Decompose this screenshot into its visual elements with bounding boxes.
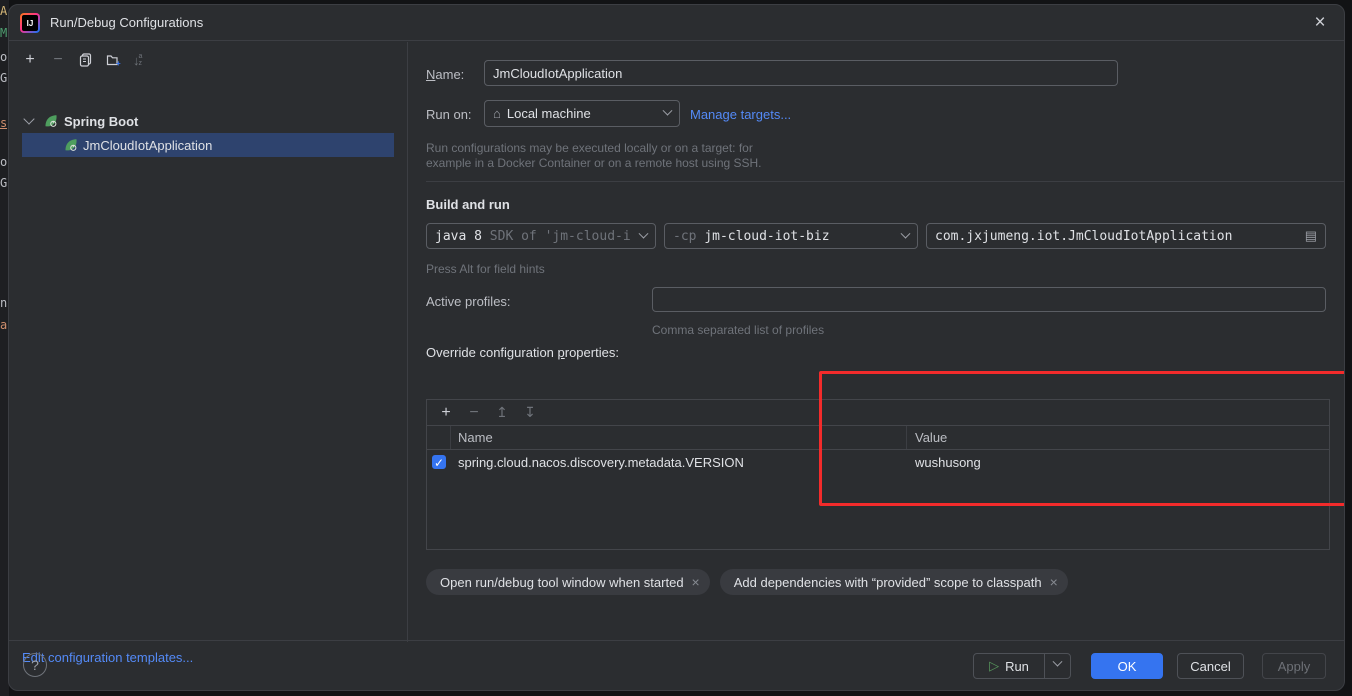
editor-fragment: o <box>0 155 7 169</box>
table-row[interactable]: ✓ spring.cloud.nacos.discovery.metadata.… <box>427 450 1329 474</box>
editor-fragment: A <box>0 4 7 18</box>
home-icon: ⌂ <box>493 106 501 121</box>
chevron-down-icon[interactable] <box>23 113 34 124</box>
manage-targets-link[interactable]: Manage targets... <box>690 107 791 122</box>
tree-item-jmcloudiotapplication[interactable]: JmCloudIotApplication <box>22 133 394 157</box>
chevron-down-icon <box>1053 657 1063 667</box>
override-properties-table: + − ↥ ↧ Name Value ✓ spring.cloud.nacos.… <box>426 399 1330 550</box>
intellij-logo-icon: IJ <box>20 13 40 33</box>
move-down-icon[interactable]: ↧ <box>521 404 539 422</box>
remove-tag-icon[interactable]: × <box>692 574 700 590</box>
apply-button[interactable]: Apply <box>1262 653 1326 679</box>
editor-fragment: o <box>0 50 7 64</box>
add-property-icon[interactable]: + <box>437 404 455 422</box>
name-label: Name: <box>426 67 464 82</box>
remove-property-icon[interactable]: − <box>465 404 483 422</box>
move-up-icon[interactable]: ↥ <box>493 404 511 422</box>
configuration-editor-panel: Name: JmCloudIotApplication Store as pro… <box>409 42 1345 642</box>
editor-fragment: n <box>0 296 7 310</box>
browse-class-icon[interactable]: ▤ <box>1305 228 1317 244</box>
row-enabled-checkbox[interactable]: ✓ <box>432 455 446 469</box>
active-profiles-hint: Comma separated list of profiles <box>652 323 824 337</box>
dialog-title: Run/Debug Configurations <box>50 5 203 41</box>
header-value[interactable]: Value <box>907 426 1329 449</box>
chevron-down-icon <box>639 228 649 238</box>
tag-add-provided-dependencies[interactable]: Add dependencies with “provided” scope t… <box>720 569 1068 595</box>
main-class-input[interactable]: com.jxjumeng.iot.JmCloudIotApplication ▤ <box>926 223 1326 249</box>
run-on-select[interactable]: ⌂ Local machine <box>484 100 680 127</box>
help-button[interactable]: ? <box>23 653 47 677</box>
override-properties-label: Override configuration properties: <box>426 345 619 360</box>
header-name[interactable]: Name <box>451 426 907 449</box>
configurations-sidebar: + − + ↓az Spring Boot JmCloudIotApplicat… <box>9 42 408 642</box>
tree-item-label: JmCloudIotApplication <box>83 138 212 153</box>
section-divider <box>426 181 1345 182</box>
option-tags: Open run/debug tool window when started … <box>426 569 1068 595</box>
add-configuration-icon[interactable]: + <box>21 51 39 69</box>
header-checkbox-column <box>427 426 451 449</box>
active-profiles-label: Active profiles: <box>426 294 511 309</box>
modify-options-row: Modify options Alt+M <box>1170 197 1345 212</box>
play-icon: ▷ <box>989 658 999 674</box>
run-split-button[interactable]: ▷ Run <box>973 653 1071 679</box>
run-on-hint-line1: Run configurations may be executed local… <box>426 141 753 155</box>
tag-open-run-debug-tool-window[interactable]: Open run/debug tool window when started … <box>426 569 710 595</box>
classpath-module-select[interactable]: -cp jm-cloud-iot-biz <box>664 223 918 249</box>
screen: { "window": { "title": "Run/Debug Config… <box>0 0 1352 696</box>
run-button-label: Run <box>1005 659 1029 674</box>
svg-text:+: + <box>116 59 121 67</box>
ok-button[interactable]: OK <box>1091 653 1163 679</box>
active-profiles-input[interactable] <box>652 287 1326 312</box>
remove-configuration-icon[interactable]: − <box>49 51 67 69</box>
table-header: Name Value <box>427 426 1329 450</box>
table-toolbar: + − ↥ ↧ <box>427 400 1329 426</box>
name-input[interactable]: JmCloudIotApplication <box>484 60 1118 86</box>
run-debug-configurations-dialog: IJ Run/Debug Configurations × + − + ↓az … <box>8 4 1345 691</box>
spring-boot-icon <box>63 137 79 153</box>
new-folder-icon[interactable]: + <box>105 51 123 69</box>
sort-alphabetically-icon[interactable]: ↓az <box>133 53 142 68</box>
chevron-down-icon <box>663 106 673 116</box>
editor-fragment: M <box>0 26 7 40</box>
chevron-down-icon <box>901 228 911 238</box>
run-options-dropdown[interactable] <box>1044 654 1070 678</box>
property-value-cell[interactable]: wushusong <box>907 450 1329 474</box>
run-on-label: Run on: <box>426 107 472 122</box>
sidebar-toolbar: + − + ↓az <box>9 46 142 74</box>
tree-group-spring-boot[interactable]: Spring Boot <box>9 110 138 132</box>
dialog-titlebar[interactable]: IJ Run/Debug Configurations × <box>9 5 1344 41</box>
fields-hint: Press Alt for field hints <box>426 262 545 276</box>
copy-configuration-icon[interactable] <box>77 51 95 69</box>
build-and-run-heading: Build and run <box>426 197 510 212</box>
tree-group-label: Spring Boot <box>64 114 138 129</box>
spring-boot-icon <box>43 113 59 129</box>
jre-select[interactable]: java 8 SDK of 'jm-cloud-i <box>426 223 656 249</box>
property-name-cell[interactable]: spring.cloud.nacos.discovery.metadata.VE… <box>451 450 907 474</box>
remove-tag-icon[interactable]: × <box>1050 574 1058 590</box>
run-on-hint-line2: example in a Docker Container or on a re… <box>426 156 762 170</box>
dialog-footer: ? ▷ Run OK Cancel Apply <box>9 640 1344 690</box>
cancel-button[interactable]: Cancel <box>1177 653 1244 679</box>
close-icon[interactable]: × <box>1308 11 1332 35</box>
